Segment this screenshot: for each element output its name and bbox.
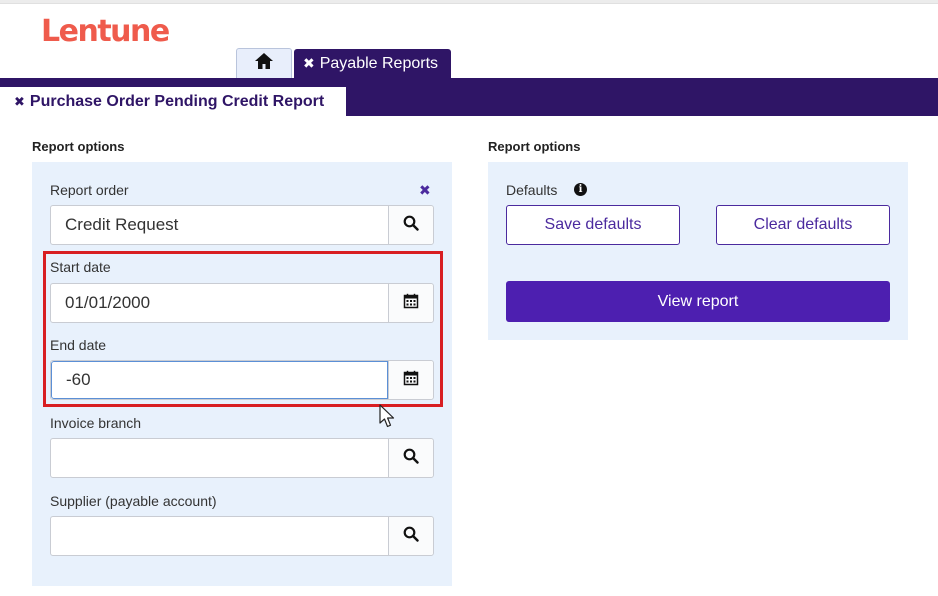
- home-icon: [254, 52, 274, 75]
- subtab-label: Purchase Order Pending Credit Report: [29, 92, 325, 110]
- search-icon: [403, 448, 419, 469]
- end-date-label: End date: [50, 337, 107, 353]
- invoice-branch-field: [50, 438, 434, 478]
- mouse-cursor-icon: [379, 404, 395, 428]
- search-icon: [403, 526, 419, 547]
- home-tab[interactable]: [236, 48, 292, 78]
- close-tab-icon[interactable]: ✖: [303, 55, 315, 72]
- report-options-panel: Report order ✖ Start date End date Invoi…: [32, 162, 452, 586]
- end-date-field: [50, 360, 434, 400]
- report-order-label: Report order: [50, 182, 129, 198]
- close-subtab-icon[interactable]: ✖: [14, 94, 25, 110]
- clear-defaults-button[interactable]: Clear defaults: [716, 205, 890, 245]
- save-defaults-button[interactable]: Save defaults: [506, 205, 680, 245]
- invoice-branch-input[interactable]: [51, 439, 388, 477]
- start-date-label: Start date: [50, 259, 111, 275]
- left-section-title: Report options: [32, 139, 125, 154]
- supplier-search-button[interactable]: [388, 517, 433, 555]
- supplier-field: [50, 516, 434, 556]
- start-date-calendar-button[interactable]: [388, 284, 433, 322]
- defaults-panel: Defaults i Save defaults Clear defaults …: [488, 162, 908, 340]
- tab-purchase-order-pending-credit-report[interactable]: ✖ Purchase Order Pending Credit Report: [0, 87, 346, 116]
- calendar-icon: [403, 293, 419, 314]
- right-section-title: Report options: [488, 139, 581, 154]
- report-order-input[interactable]: [51, 206, 388, 244]
- clear-report-order-icon[interactable]: ✖: [419, 182, 431, 199]
- search-icon: [403, 215, 419, 236]
- top-rule: [0, 0, 938, 4]
- report-order-field: [50, 205, 434, 245]
- start-date-field: [50, 283, 434, 323]
- report-order-search-button[interactable]: [388, 206, 433, 244]
- end-date-input[interactable]: [51, 361, 388, 399]
- invoice-branch-label: Invoice branch: [50, 415, 142, 431]
- supplier-input[interactable]: [51, 517, 388, 555]
- calendar-icon: [403, 370, 419, 391]
- defaults-label: Defaults: [506, 182, 558, 198]
- tab-payable-reports-label: Payable Reports: [319, 54, 439, 72]
- view-report-button[interactable]: View report: [506, 281, 890, 322]
- info-icon[interactable]: i: [574, 183, 587, 196]
- start-date-input[interactable]: [51, 284, 388, 322]
- tab-payable-reports[interactable]: ✖ Payable Reports: [294, 49, 451, 78]
- end-date-calendar-button[interactable]: [388, 361, 433, 399]
- invoice-branch-search-button[interactable]: [388, 439, 433, 477]
- supplier-label: Supplier (payable account): [50, 493, 217, 509]
- lentune-logo: Lentune: [41, 14, 170, 49]
